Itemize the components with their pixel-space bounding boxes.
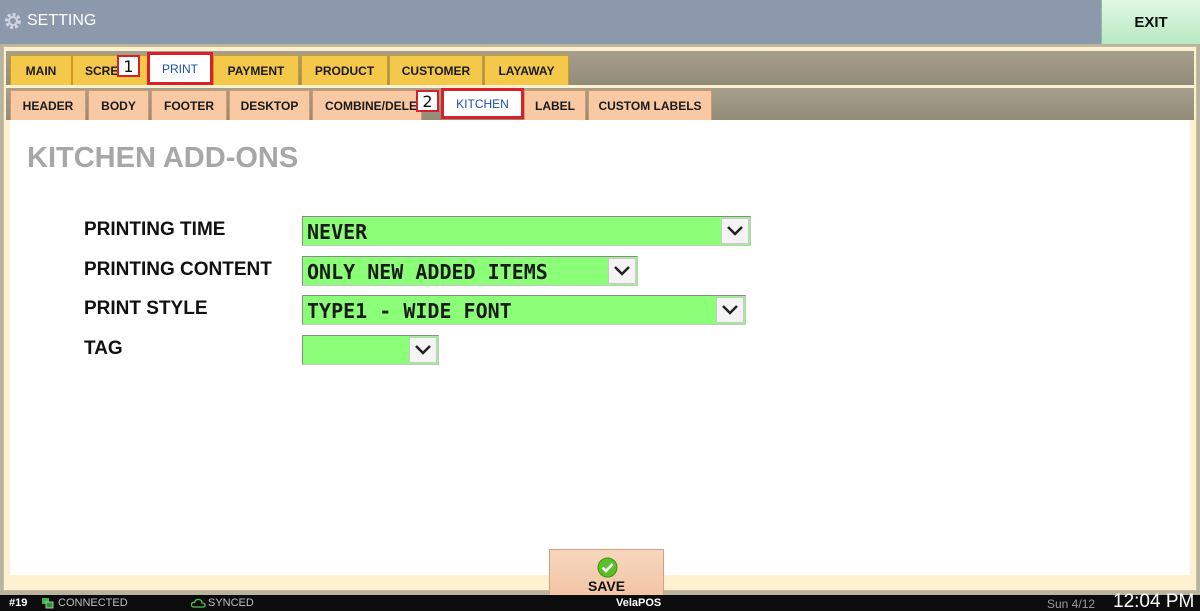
printing-content-label: PRINTING CONTENT [84, 259, 272, 280]
tab-layaway[interactable]: LAYAWAY [484, 55, 569, 85]
save-label: SAVE [587, 578, 626, 594]
kitchen-settings-panel: KITCHEN ADD-ONS PRINTING TIME NEVER PRIN… [10, 120, 1190, 601]
main-tab-bar: MAIN SCREEN PRINT PAYMENT PRODUCT CUSTOM… [6, 51, 1194, 85]
window-title: SETTING [27, 12, 97, 29]
printing-time-select[interactable]: NEVER [302, 216, 751, 246]
print-style-select[interactable]: TYPE1 - WIDE FONT [302, 295, 746, 325]
cloud-icon [191, 598, 206, 608]
printing-time-value: NEVER [307, 220, 368, 244]
tab-print[interactable]: PRINT [147, 52, 213, 85]
tab-payment[interactable]: PAYMENT [213, 55, 299, 85]
title-bar: SETTING EXIT [0, 0, 1200, 44]
tag-label: TAG [84, 338, 123, 359]
tab-main[interactable]: MAIN [10, 55, 72, 85]
network-icon [42, 598, 54, 609]
brand-name: VelaPOS [616, 597, 662, 609]
tab-customer[interactable]: CUSTOMER [389, 55, 483, 85]
chevron-down-icon[interactable] [608, 258, 636, 284]
tag-select[interactable] [302, 335, 439, 365]
chevron-down-icon[interactable] [409, 337, 437, 363]
printing-content-select[interactable]: ONLY NEW ADDED ITEMS [302, 256, 638, 286]
save-button[interactable]: SAVE [549, 549, 664, 601]
status-bar: #19 CONNECTED SYNCED VelaPOS Sun 4/12 12… [0, 591, 1200, 611]
subtab-body[interactable]: BODY [88, 90, 149, 120]
subtab-kitchen[interactable]: KITCHEN [441, 88, 524, 119]
subtab-label[interactable]: LABEL [524, 90, 586, 120]
print-style-label: PRINT STYLE [84, 298, 208, 319]
subtab-custom-labels[interactable]: CUSTOM LABELS [588, 90, 712, 120]
subtab-footer[interactable]: FOOTER [151, 90, 227, 120]
check-circle-icon [597, 557, 618, 578]
connection-status: CONNECTED [58, 597, 128, 609]
sub-tab-bar: HEADER BODY FOOTER DESKTOP COMBINE/DELET… [6, 88, 1194, 120]
tab-product[interactable]: PRODUCT [301, 55, 388, 85]
annotation-marker-2: 2 [416, 90, 439, 112]
sync-status: SYNCED [208, 597, 254, 609]
status-date: Sun 4/12 [1047, 597, 1096, 611]
chevron-down-icon[interactable] [716, 297, 744, 323]
page-title: KITCHEN ADD-ONS [27, 142, 299, 174]
printing-time-label: PRINTING TIME [84, 219, 226, 240]
station-number: #19 [9, 597, 28, 609]
subtab-header[interactable]: HEADER [10, 90, 86, 120]
subtab-combine-delete[interactable]: COMBINE/DELETE [312, 90, 422, 120]
subtab-desktop[interactable]: DESKTOP [229, 90, 310, 120]
annotation-marker-1: 1 [117, 55, 140, 77]
printing-content-value: ONLY NEW ADDED ITEMS [307, 260, 548, 284]
chevron-down-icon[interactable] [721, 218, 749, 244]
settings-frame: MAIN SCREEN PRINT PAYMENT PRODUCT CUSTOM… [3, 46, 1197, 601]
gear-icon [5, 13, 21, 29]
status-time: 12:04 PM [1113, 591, 1195, 611]
print-style-value: TYPE1 - WIDE FONT [307, 299, 512, 323]
exit-button[interactable]: EXIT [1101, 0, 1200, 44]
